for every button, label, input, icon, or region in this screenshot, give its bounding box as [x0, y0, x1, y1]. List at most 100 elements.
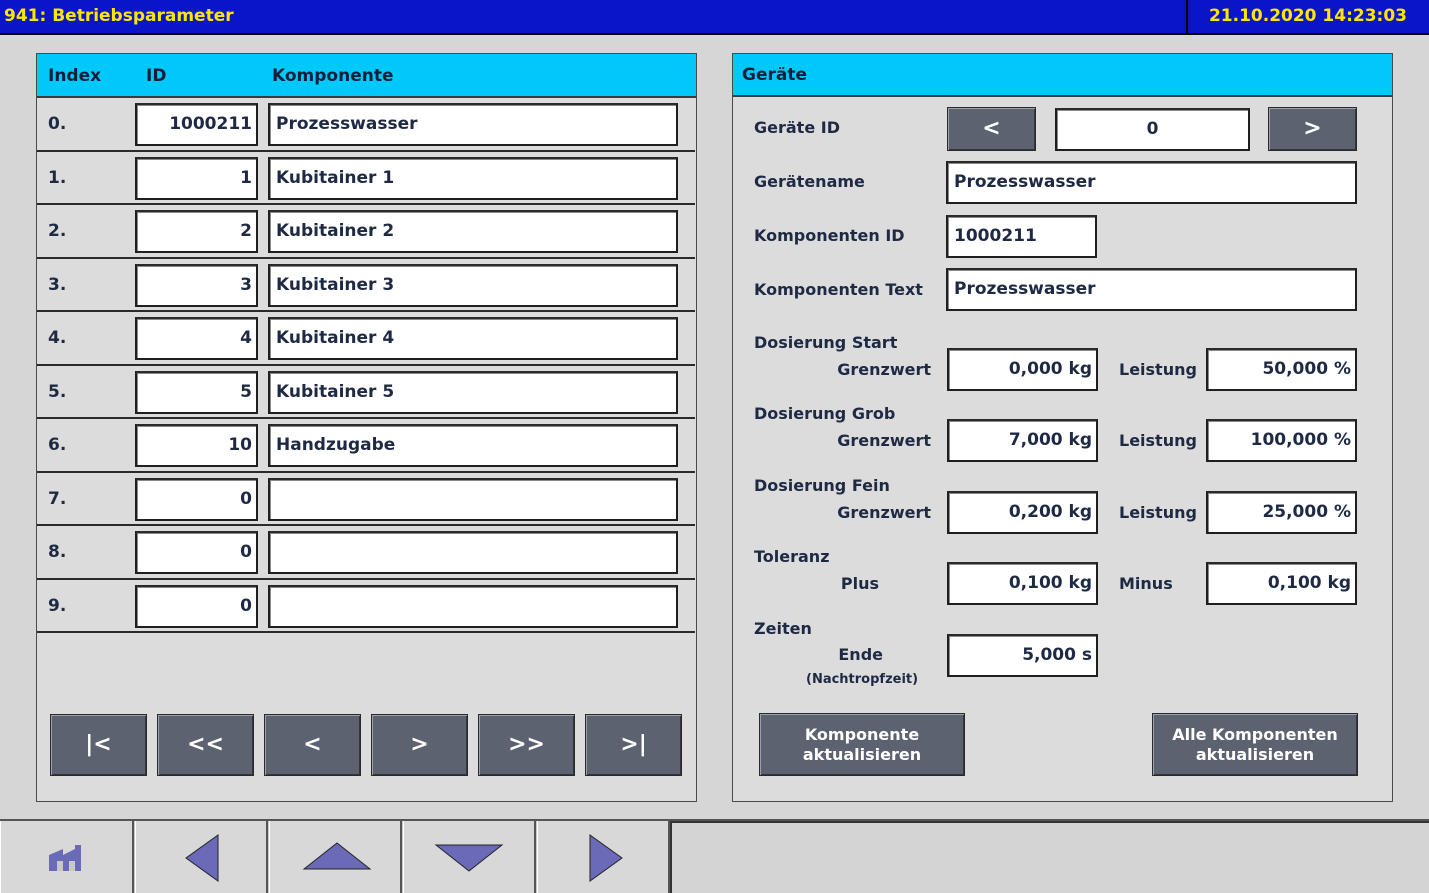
table-row: 7. 0: [37, 473, 695, 526]
update-component-button[interactable]: Komponente aktualisieren: [759, 713, 965, 776]
arrow-left-icon: [185, 834, 219, 882]
update-component-label-2: aktualisieren: [802, 744, 922, 764]
list-header: Index ID Komponente: [37, 54, 696, 98]
row-index: 9.: [48, 595, 67, 616]
row-index: 4.: [48, 328, 67, 348]
dosing-fine-limit-label: Grenzwert: [837, 503, 931, 522]
table-row: 2. 2 Kubitainer 2: [37, 205, 695, 259]
dosing-fine-power-field[interactable]: 25,000 %: [1206, 491, 1357, 534]
row-component-field[interactable]: Kubitainer 5: [268, 370, 678, 414]
header-component: Komponente: [272, 66, 394, 86]
home-icon: [49, 845, 81, 871]
row-id-field[interactable]: 3: [135, 263, 258, 307]
row-id-field[interactable]: 1000211: [135, 103, 258, 146]
device-header: Geräte: [733, 54, 1392, 97]
header-index: Index: [48, 66, 102, 86]
row-component-field[interactable]: [268, 531, 678, 574]
tolerance-plus-label: Plus: [840, 574, 879, 593]
row-component-field[interactable]: Prozesswasser: [268, 103, 678, 146]
nav-left-button[interactable]: [135, 821, 268, 893]
update-all-components-button[interactable]: Alle Komponenten aktualisieren: [1152, 713, 1358, 776]
row-component-field[interactable]: Kubitainer 1: [268, 156, 678, 200]
tolerance-minus-label: Minus: [1119, 574, 1173, 593]
dosing-fine-label: Dosierung Fein: [754, 476, 890, 495]
row-index: 2.: [48, 221, 67, 241]
times-end-field[interactable]: 5,000 s: [947, 634, 1098, 677]
component-list-panel: Index ID Komponente 0. 1000211 Prozesswass…: [36, 53, 697, 802]
component-id-field[interactable]: 1000211: [946, 215, 1097, 258]
row-id-field[interactable]: 2: [135, 210, 258, 253]
nav-down-button[interactable]: [403, 821, 536, 893]
update-component-label-1: Komponente: [804, 724, 920, 744]
component-text-field[interactable]: Prozesswasser: [946, 268, 1357, 311]
table-row: 8. 0: [37, 526, 695, 580]
dosing-start-limit-label: Grenzwert: [837, 360, 931, 379]
dosing-coarse-label: Dosierung Grob: [754, 404, 896, 423]
row-component-field[interactable]: Kubitainer 4: [268, 317, 678, 360]
arrow-down-icon: [434, 844, 504, 872]
row-id-field[interactable]: 0: [135, 584, 258, 628]
table-row: 1. 1 Kubitainer 1: [37, 152, 695, 205]
dosing-coarse-limit-field[interactable]: 7,000 kg: [947, 419, 1098, 462]
next-button[interactable]: >: [371, 714, 468, 776]
first-page-button[interactable]: |<: [50, 714, 147, 776]
row-index: 8.: [48, 542, 67, 562]
component-id-label: Komponenten ID: [754, 226, 905, 245]
table-row: 6. 10 Handzugabe: [37, 419, 695, 473]
row-component-field[interactable]: Kubitainer 2: [268, 210, 678, 253]
device-prev-button[interactable]: <: [947, 107, 1036, 151]
last-page-button[interactable]: >|: [585, 714, 682, 776]
row-id-field[interactable]: 0: [135, 477, 258, 521]
title-bar: 941: Betriebsparameter 21.10.2020 14:23:…: [0, 0, 1429, 35]
row-id-field[interactable]: 10: [135, 424, 258, 467]
date-time: 21.10.2020 14:23:03: [1208, 6, 1408, 26]
row-index: 3.: [48, 274, 67, 295]
row-component-field[interactable]: Kubitainer 3: [268, 263, 678, 307]
device-name-field[interactable]: Prozesswasser: [946, 161, 1357, 204]
next-page-button[interactable]: >>: [478, 714, 575, 776]
row-id-field[interactable]: 5: [135, 370, 258, 414]
status-area: [670, 821, 1429, 893]
device-panel: Geräte Geräte ID < 0 > Gerätename Prozes…: [732, 53, 1393, 802]
row-id-field[interactable]: 4: [135, 317, 258, 360]
row-component-field[interactable]: [268, 477, 678, 521]
table-row: 0. 1000211 Prozesswasser: [37, 98, 695, 152]
times-end-label: Ende: [838, 645, 883, 664]
header-id: ID: [146, 66, 167, 86]
times-label: Zeiten: [754, 619, 812, 638]
row-index: 7.: [48, 488, 67, 509]
row-id-field[interactable]: 0: [135, 531, 258, 574]
table-row: 3. 3 Kubitainer 3: [37, 259, 695, 312]
row-component-field[interactable]: [268, 584, 678, 628]
dosing-start-label: Dosierung Start: [754, 333, 898, 352]
dosing-fine-limit-field[interactable]: 0,200 kg: [947, 491, 1098, 534]
update-all-label-1: Alle Komponenten: [1172, 724, 1338, 744]
table-row: 5. 5 Kubitainer 5: [37, 366, 695, 419]
list-rows: 0. 1000211 Prozesswasser 1. 1 Kubitainer 1 2. 2…: [37, 98, 696, 636]
row-index: 6.: [48, 435, 67, 455]
home-button[interactable]: [0, 821, 134, 893]
device-id-field[interactable]: 0: [1055, 108, 1250, 151]
row-component-field[interactable]: Handzugabe: [268, 424, 678, 467]
tolerance-plus-field[interactable]: 0,100 kg: [947, 562, 1098, 605]
table-row: 4. 4 Kubitainer 4: [37, 312, 695, 366]
arrow-right-icon: [589, 834, 623, 882]
row-index: 1.: [48, 167, 67, 188]
dosing-start-limit-field[interactable]: 0,000 kg: [947, 348, 1098, 391]
dosing-start-power-field[interactable]: 50,000 %: [1206, 348, 1357, 391]
dosing-fine-power-label: Leistung: [1119, 503, 1197, 522]
table-row: 9. 0: [37, 580, 695, 633]
prev-button[interactable]: <: [264, 714, 361, 776]
prev-page-button[interactable]: <<: [157, 714, 254, 776]
device-name-label: Gerätename: [754, 172, 865, 191]
tolerance-minus-field[interactable]: 0,100 kg: [1206, 562, 1357, 605]
title-separator: [1186, 0, 1188, 33]
row-id-field[interactable]: 1: [135, 156, 258, 200]
nav-right-button[interactable]: [537, 821, 670, 893]
device-next-button[interactable]: >: [1268, 107, 1357, 151]
dosing-coarse-power-field[interactable]: 100,000 %: [1206, 419, 1357, 462]
row-index: 0.: [48, 114, 67, 134]
dosing-start-power-label: Leistung: [1119, 360, 1197, 379]
nav-up-button[interactable]: [269, 821, 402, 893]
device-id-label: Geräte ID: [754, 118, 840, 137]
